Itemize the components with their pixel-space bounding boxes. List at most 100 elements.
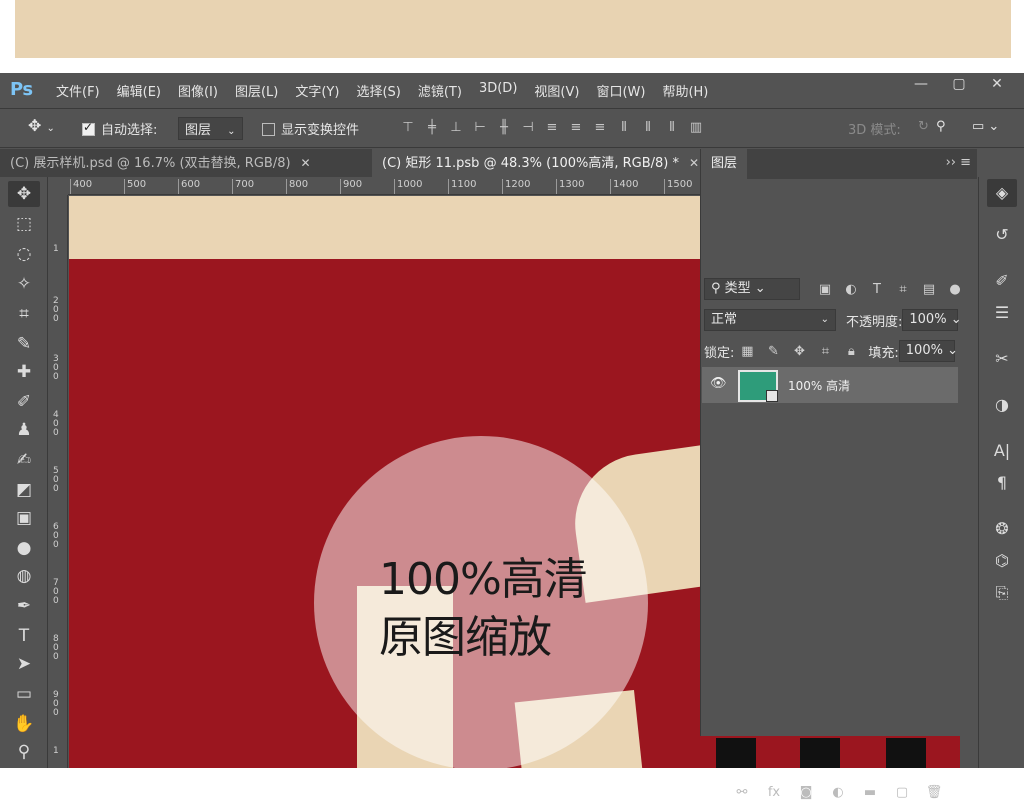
layers-tab[interactable]: 图层 — [701, 149, 748, 179]
channels-icon[interactable]: ❂ — [987, 515, 1017, 543]
show-transform-check-icon — [262, 123, 275, 136]
auto-align-icon[interactable]: ▥ — [684, 120, 708, 136]
maximize-button[interactable]: ▢ — [940, 73, 978, 95]
menu-edit[interactable]: 编辑(E) — [117, 81, 161, 100]
ruler-tick: 900 — [53, 690, 59, 718]
menu-image[interactable]: 图像(I) — [178, 81, 218, 100]
tab-close-icon[interactable]: ✕ — [689, 156, 699, 170]
panel-menu-icon[interactable]: ›› ≡ — [946, 155, 971, 170]
menu-type[interactable]: 文字(Y) — [295, 81, 339, 100]
align-left-icon[interactable]: ⊢ — [468, 120, 492, 136]
ruler-tick: 600 — [53, 522, 59, 550]
type-icon[interactable]: T — [8, 623, 40, 649]
new-group-icon[interactable]: ▬ — [856, 785, 884, 808]
auto-select-value: 图层 — [185, 123, 212, 138]
lasso-icon[interactable]: ◌ — [8, 241, 40, 267]
zoom-caption: 100%高清 原图缩放 — [379, 551, 588, 667]
brush-icon[interactable]: ✐ — [8, 389, 40, 415]
workspace-icon[interactable]: ▭ ⌄ — [972, 119, 999, 134]
ruler-tick: 1500 — [664, 179, 692, 194]
distribute-right-icon[interactable]: ⦀ — [660, 120, 684, 136]
3d-icon[interactable]: ⎘ — [987, 579, 1017, 607]
close-button[interactable]: ✕ — [978, 73, 1016, 95]
clone-stamp-icon[interactable]: ♟ — [8, 417, 40, 443]
ruler-left: 1 200 300 400 500 600 700 800 900 1 — [50, 195, 68, 768]
move-icon[interactable]: ✥ — [8, 181, 40, 207]
menu-select[interactable]: 选择(S) — [356, 81, 400, 100]
ps-logo: Ps — [10, 79, 33, 100]
history-brush-icon[interactable]: ✍ — [8, 447, 40, 473]
distribute-top-icon[interactable]: ≡ — [540, 120, 564, 136]
distribute-left-icon[interactable]: ⦀ — [612, 120, 636, 136]
ruler-tick: 900 — [340, 179, 362, 194]
adjustment-layer-icon[interactable]: ◐ — [824, 785, 852, 808]
dodge-icon[interactable]: ◍ — [8, 563, 40, 589]
rectangle-icon[interactable]: ▭ — [8, 681, 40, 707]
3d-orbit-icon[interactable]: ↻ — [918, 119, 929, 134]
tab-rectangle[interactable]: (C) 矩形 11.psb @ 48.3% (100%高清, RGB/8) * ✕ — [372, 149, 700, 177]
paragraph-icon[interactable]: ¶ — [987, 469, 1017, 497]
ruler-tick: 400 — [70, 179, 92, 194]
auto-select-check-icon — [82, 120, 95, 136]
toolbox: ✥ ⬚ ◌ ✧ ⌗ ✎ ✚ ✐ ♟ ✍ ◩ ▣ ● ◍ ✒ T ➤ ▭ ✋ ⚲ — [0, 177, 48, 768]
move-tool-icon[interactable]: ✥ ⌄ — [28, 116, 55, 135]
canvas-beige-strip — [69, 196, 700, 259]
fx-icon[interactable]: fx — [760, 785, 788, 808]
search-icon[interactable]: ⚲ — [936, 119, 946, 134]
menu-file[interactable]: 文件(F) — [56, 81, 100, 100]
link-layers-icon[interactable]: ⚯ — [728, 785, 756, 808]
main-menu: 文件(F) 编辑(E) 图像(I) 图层(L) 文字(Y) 选择(S) 滤镜(T… — [56, 81, 725, 100]
blur-icon[interactable]: ● — [8, 535, 40, 561]
distribute-hcenter-icon[interactable]: ⦀ — [636, 120, 660, 136]
hand-icon[interactable]: ✋ — [8, 711, 40, 737]
photoshop-window: Ps 文件(F) 编辑(E) 图像(I) 图层(L) 文字(Y) 选择(S) 滤… — [0, 73, 1024, 800]
document-tabs: (C) 展示样机.psd @ 16.7% (双击替换, RGB/8) ✕ (C) … — [0, 149, 700, 177]
ruler-tick: 400 — [53, 410, 59, 438]
trash-icon[interactable]: 🗑︎ — [920, 785, 948, 808]
new-layer-icon[interactable]: ▢ — [888, 785, 916, 808]
gradient-icon[interactable]: ▣ — [8, 505, 40, 531]
healing-brush-icon[interactable]: ✚ — [8, 359, 40, 385]
distribute-bottom-icon[interactable]: ≡ — [588, 120, 612, 136]
character-icon[interactable]: A| — [987, 437, 1017, 465]
auto-select-dropdown[interactable]: 图层 ⌄ — [178, 117, 243, 140]
auto-select-checkbox[interactable]: 自动选择: — [82, 119, 157, 138]
ruler-tick: 700 — [232, 179, 254, 194]
eraser-icon[interactable]: ◩ — [8, 477, 40, 503]
zoom-icon[interactable]: ⚲ — [8, 739, 40, 765]
menu-window[interactable]: 窗口(W) — [596, 81, 645, 100]
magic-wand-icon[interactable]: ✧ — [8, 271, 40, 297]
align-hcenter-icon[interactable]: ╫ — [492, 120, 516, 136]
paths-icon[interactable]: ⌬ — [987, 547, 1017, 575]
tab-rectangle-label: (C) 矩形 11.psb @ 48.3% (100%高清, RGB/8) * — [382, 156, 680, 171]
minimize-button[interactable]: — — [902, 73, 940, 95]
properties-icon[interactable]: ☰ — [987, 299, 1017, 327]
document-canvas[interactable]: 100%高清 原图缩放 — [69, 196, 700, 768]
tab-showcase[interactable]: (C) 展示样机.psd @ 16.7% (双击替换, RGB/8) ✕ — [0, 149, 372, 177]
crop-icon[interactable]: ⌗ — [8, 301, 40, 327]
adjustments-icon[interactable]: ◑ — [987, 391, 1017, 419]
menu-view[interactable]: 视图(V) — [534, 81, 579, 100]
show-transform-checkbox[interactable]: 显示变换控件 — [262, 119, 359, 138]
layers-panel-footer: ⚯ fx ◙ ◐ ▬ ▢ 🗑︎ — [700, 780, 976, 808]
align-top-icon[interactable]: ⊤ — [396, 120, 420, 136]
brush-settings-icon[interactable]: ✐ — [987, 267, 1017, 295]
tab-close-icon[interactable]: ✕ — [301, 156, 311, 170]
layers-panel-icon[interactable]: ◈ — [987, 179, 1017, 207]
ruler-tick: 600 — [178, 179, 200, 194]
distribute-vcenter-icon[interactable]: ≡ — [564, 120, 588, 136]
tools-icon[interactable]: ✂ — [987, 345, 1017, 373]
menu-3d[interactable]: 3D(D) — [479, 81, 517, 100]
menu-filter[interactable]: 滤镜(T) — [418, 81, 462, 100]
path-select-icon[interactable]: ➤ — [8, 651, 40, 677]
eyedropper-icon[interactable]: ✎ — [8, 331, 40, 357]
menu-layer[interactable]: 图层(L) — [235, 81, 278, 100]
history-icon[interactable]: ↺ — [987, 221, 1017, 249]
align-right-icon[interactable]: ⊣ — [516, 120, 540, 136]
align-bottom-icon[interactable]: ⊥ — [444, 120, 468, 136]
menu-help[interactable]: 帮助(H) — [662, 81, 708, 100]
align-vcenter-icon[interactable]: ╪ — [420, 120, 444, 136]
pen-icon[interactable]: ✒ — [8, 593, 40, 619]
marquee-icon[interactable]: ⬚ — [8, 211, 40, 237]
add-mask-icon[interactable]: ◙ — [792, 785, 820, 808]
